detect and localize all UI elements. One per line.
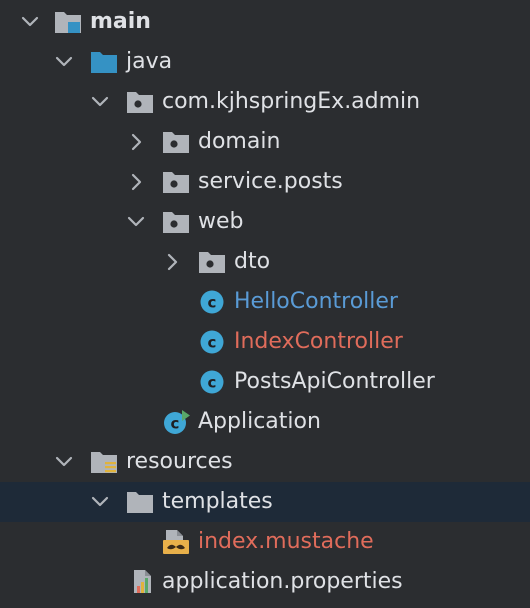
chevron-down-icon[interactable]	[54, 452, 74, 472]
tree-row-main[interactable]: main	[0, 2, 530, 42]
tree-label-main: main	[90, 9, 151, 34]
tree-row-application[interactable]: c Application	[0, 402, 530, 442]
tree-row-hello-controller[interactable]: c HelloController	[0, 282, 530, 322]
tree-label-index-mustache: index.mustache	[198, 529, 374, 554]
tree-label-service-posts: service.posts	[198, 169, 343, 194]
tree-row-package[interactable]: com.kjhspringEx.admin	[0, 82, 530, 122]
runnable-class-icon: c	[162, 409, 190, 435]
class-icon: c	[198, 369, 226, 395]
tree-row-service-posts[interactable]: service.posts	[0, 162, 530, 202]
svg-text:c: c	[171, 415, 180, 433]
chevron-down-icon[interactable]	[90, 92, 110, 112]
tree-row-index-controller[interactable]: c IndexController	[0, 322, 530, 362]
tree-row-resources[interactable]: resources	[0, 442, 530, 482]
svg-text:c: c	[208, 374, 217, 392]
chevron-down-icon[interactable]	[90, 492, 110, 512]
package-folder-icon	[198, 249, 226, 275]
chevron-down-icon[interactable]	[54, 52, 74, 72]
tree-row-index-mustache[interactable]: index.mustache	[0, 522, 530, 562]
package-folder-icon	[162, 169, 190, 195]
chevron-down-icon[interactable]	[20, 12, 40, 32]
chevron-down-icon[interactable]	[126, 212, 146, 232]
class-icon: c	[198, 329, 226, 355]
tree-label-templates: templates	[162, 489, 273, 514]
project-tree: main java com.kjhspringEx.admin domain s…	[0, 0, 530, 608]
resources-folder-icon	[90, 449, 118, 475]
tree-row-application-properties[interactable]: application.properties	[0, 562, 530, 602]
tree-label-dto: dto	[234, 249, 271, 274]
tree-row-java[interactable]: java	[0, 42, 530, 82]
mustache-file-icon	[162, 529, 190, 555]
class-icon: c	[198, 289, 226, 315]
tree-label-java: java	[126, 49, 173, 74]
tree-label-hello-controller: HelloController	[234, 289, 398, 314]
tree-label-posts-api-controller: PostsApiController	[234, 369, 435, 394]
tree-row-templates[interactable]: templates	[0, 482, 530, 522]
tree-row-domain[interactable]: domain	[0, 122, 530, 162]
folder-icon	[126, 489, 154, 515]
chevron-right-icon[interactable]	[126, 172, 146, 192]
chevron-right-icon[interactable]	[126, 132, 146, 152]
tree-row-dto[interactable]: dto	[0, 242, 530, 282]
tree-label-resources: resources	[126, 449, 233, 474]
svg-text:c: c	[208, 294, 217, 312]
properties-file-icon	[128, 569, 156, 595]
tree-label-index-controller: IndexController	[234, 329, 403, 354]
source-folder-icon	[90, 49, 118, 75]
tree-label-package: com.kjhspringEx.admin	[162, 89, 421, 114]
package-folder-icon	[126, 89, 154, 115]
tree-row-posts-api-controller[interactable]: c PostsApiController	[0, 362, 530, 402]
module-folder-icon	[54, 9, 82, 35]
tree-label-application: Application	[198, 409, 321, 434]
tree-label-web: web	[198, 209, 244, 234]
package-folder-icon	[162, 209, 190, 235]
svg-text:c: c	[208, 334, 217, 352]
tree-row-web[interactable]: web	[0, 202, 530, 242]
tree-label-domain: domain	[198, 129, 281, 154]
chevron-right-icon[interactable]	[162, 252, 182, 272]
tree-label-application-properties: application.properties	[162, 569, 403, 594]
package-folder-icon	[162, 129, 190, 155]
